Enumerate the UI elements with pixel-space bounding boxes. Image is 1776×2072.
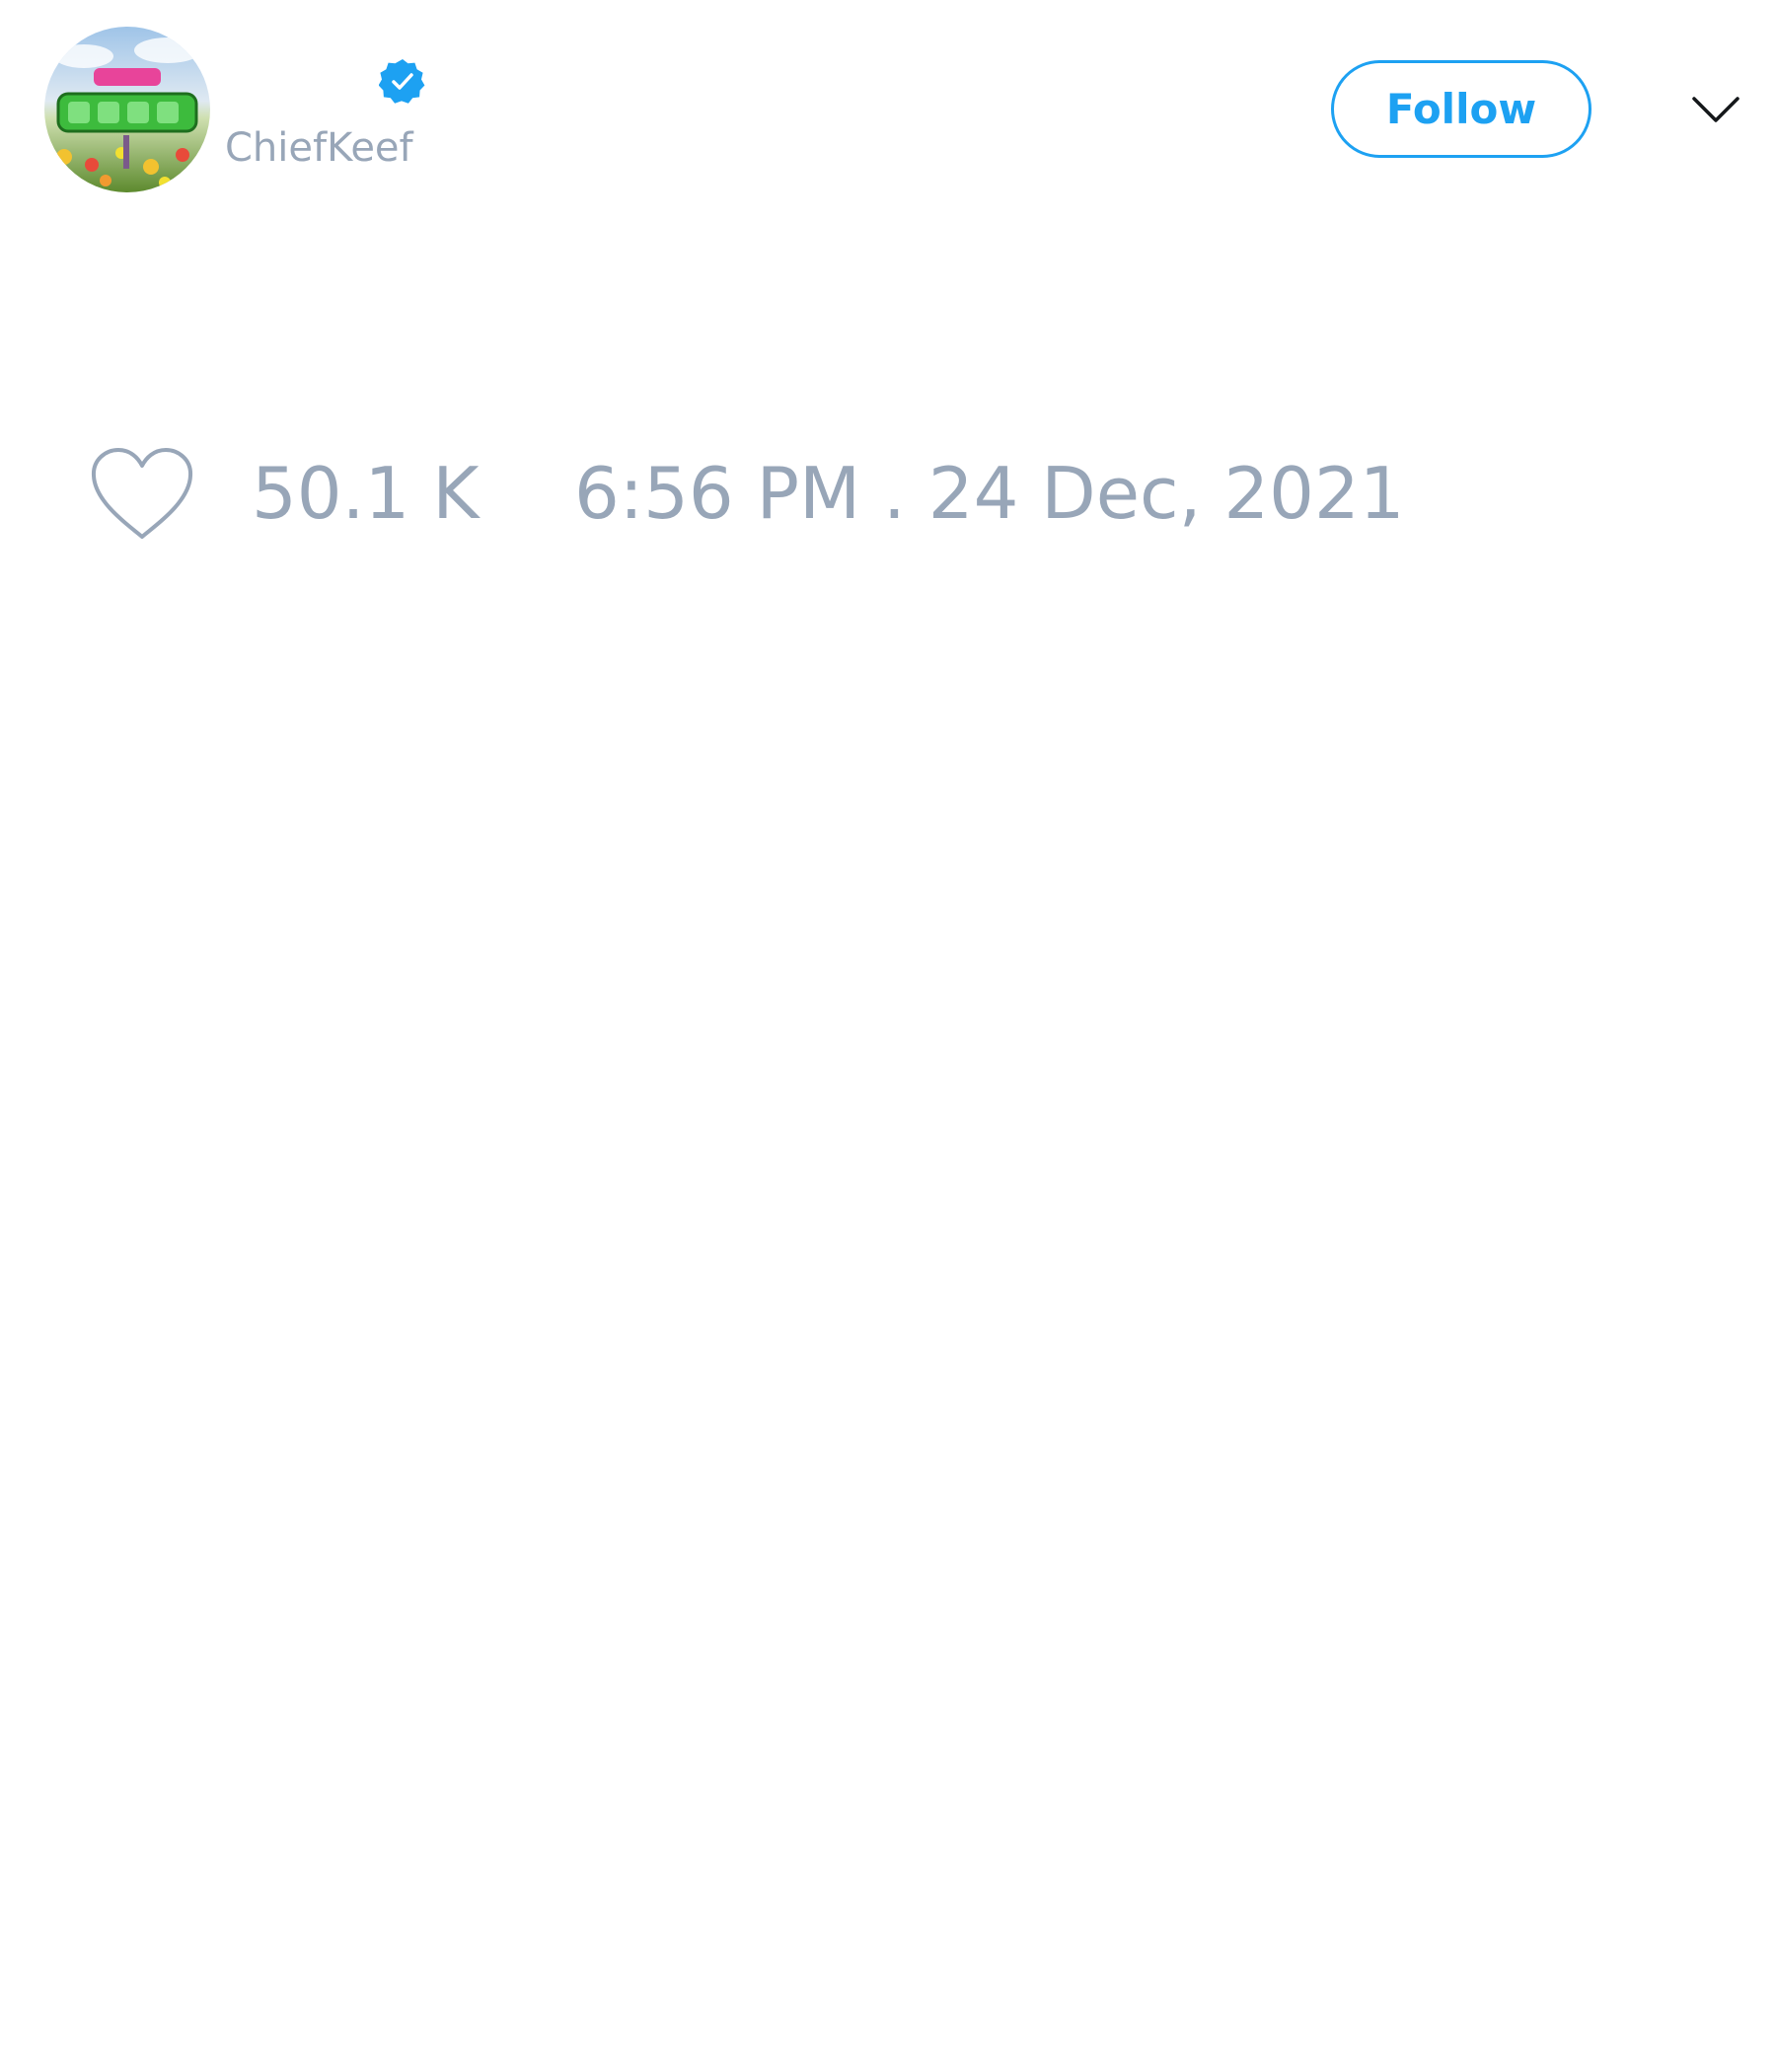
follow-button[interactable]: Follow xyxy=(1331,60,1591,158)
tweet-timestamp[interactable]: 6:56 PM . 24 Dec, 2021 xyxy=(574,449,1405,538)
tweet-card: ChiefKeef Follow 50.1 K 6:56 PM . 24 Dec… xyxy=(0,0,1776,2072)
heart-outline-icon[interactable] xyxy=(89,446,195,545)
like-count: 50.1 K xyxy=(252,452,480,535)
verified-badge-icon xyxy=(379,59,425,104)
avatar-image xyxy=(44,27,210,192)
author-handle[interactable]: ChiefKeef xyxy=(225,124,413,172)
chevron-down-icon[interactable] xyxy=(1689,87,1742,132)
display-name[interactable] xyxy=(225,57,373,105)
avatar[interactable] xyxy=(44,27,210,192)
